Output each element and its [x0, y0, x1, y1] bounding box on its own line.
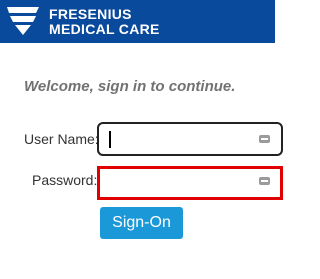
- header-bar: FRESENIUS MEDICAL CARE: [0, 0, 275, 43]
- password-field[interactable]: [97, 166, 283, 200]
- brand-name-line-2: MEDICAL CARE: [49, 21, 160, 37]
- keyboard-icon[interactable]: [259, 177, 270, 185]
- username-field[interactable]: [97, 122, 283, 156]
- sign-on-button[interactable]: Sign-On: [100, 207, 183, 239]
- username-label: User Name:: [24, 131, 99, 147]
- welcome-heading: Welcome, sign in to continue.: [24, 78, 236, 95]
- fresenius-logo-icon: [7, 7, 39, 35]
- password-label: Password:: [32, 172, 98, 188]
- brand-name-line-1: FRESENIUS: [49, 6, 132, 22]
- text-caret: [109, 131, 111, 148]
- keyboard-icon[interactable]: [259, 135, 270, 143]
